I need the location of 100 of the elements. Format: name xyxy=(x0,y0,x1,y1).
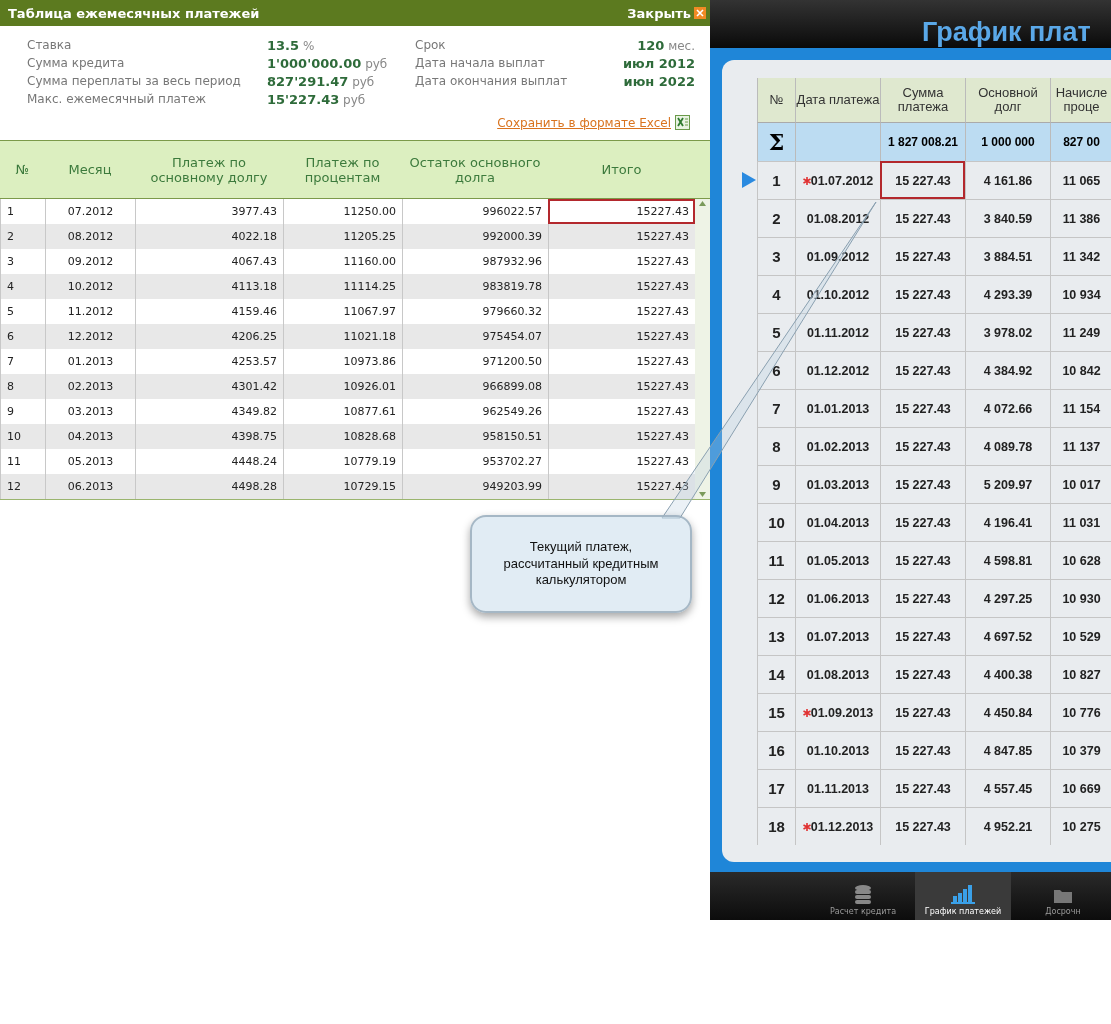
tab-bar-item[interactable]: Досрочн xyxy=(1015,872,1111,920)
amount-cell: 4 952.21 xyxy=(965,807,1050,845)
amount-cell: 10 628 xyxy=(1050,541,1111,579)
amount-cell: 4 384.92 xyxy=(965,351,1050,389)
amount-cell: 4 697.52 xyxy=(965,617,1050,655)
amount-cell: 10 776 xyxy=(1050,693,1111,731)
amount-cell: 11 342 xyxy=(1050,237,1111,275)
summary-value: 1'000'000.00 xyxy=(267,56,362,71)
table-cell: 2 xyxy=(0,224,45,249)
amount-cell: 4 072.66 xyxy=(965,389,1050,427)
amount-cell: 15 227.43 xyxy=(880,769,965,807)
table-cell: 04.2013 xyxy=(45,424,135,449)
amount-cell: 3 840.59 xyxy=(965,199,1050,237)
amount-cell: 4 847.85 xyxy=(965,731,1050,769)
table-cell: 15227.43 xyxy=(548,324,695,349)
table-cell: 12 xyxy=(0,474,45,499)
row-number: 17 xyxy=(768,780,785,797)
summary-label: Сумма кредита xyxy=(27,56,126,71)
table-cell: 4398.75 xyxy=(135,424,283,449)
bar-chart-icon xyxy=(951,884,975,904)
table-cell: 6 xyxy=(0,324,45,349)
date-text: 01.03.2013 xyxy=(806,477,870,492)
table-cell: 992000.39 xyxy=(402,224,548,249)
table-cell: 4498.28 xyxy=(135,474,283,499)
amount-cell: 4 089.78 xyxy=(965,427,1050,465)
row-number: 11 xyxy=(768,552,785,569)
row-number: 9 xyxy=(772,476,781,493)
table-cell: 10 xyxy=(0,424,45,449)
amount-cell: 3 978.02 xyxy=(965,313,1050,351)
amount-cell: 15 227.43 xyxy=(880,807,965,845)
summary-label: Дата окончания выплат xyxy=(415,74,569,89)
date-text: 01.05.2013 xyxy=(806,553,870,568)
amount-cell: 15 227.43 xyxy=(880,503,965,541)
summary-value: июн 2022 xyxy=(623,74,695,89)
summary-label: Сумма переплаты за весь период xyxy=(27,74,242,89)
table-cell: 4 xyxy=(0,274,45,299)
summary-label: Макс. ежемесячный платеж xyxy=(27,92,208,107)
table-cell: 06.2013 xyxy=(45,474,135,499)
close-icon xyxy=(694,7,706,19)
date-text: 01.11.2012 xyxy=(807,325,869,340)
amount-cell: 10 842 xyxy=(1050,351,1111,389)
date-text: 01.09.2012 xyxy=(806,249,870,264)
amount-cell: 10 529 xyxy=(1050,617,1111,655)
date-text: 01.01.2013 xyxy=(806,401,870,416)
column-header: Остаток основного долга xyxy=(402,141,548,199)
close-button[interactable]: Закрыть xyxy=(627,5,706,21)
table-cell: 11205.25 xyxy=(283,224,402,249)
database-icon xyxy=(854,884,872,904)
table-cell: 10729.15 xyxy=(283,474,402,499)
date-text: 01.08.2012 xyxy=(806,211,870,226)
row-number: 5 xyxy=(772,324,781,341)
amount-cell: 11 137 xyxy=(1050,427,1111,465)
amount-cell: 15 227.43 xyxy=(880,275,965,313)
summary-label: Ставка xyxy=(27,38,73,53)
date-text: 01.10.2012 xyxy=(806,287,870,302)
table-cell: 10.2012 xyxy=(45,274,135,299)
unit-label: руб xyxy=(343,93,366,107)
amount-cell: 11 154 xyxy=(1050,389,1111,427)
date-text: 01.12.2013 xyxy=(810,819,874,834)
date-text: 01.04.2013 xyxy=(806,515,870,530)
amount-cell: 10 930 xyxy=(1050,579,1111,617)
summary-value: 13.5 xyxy=(267,38,300,53)
table-cell: 10926.01 xyxy=(283,374,402,399)
table-cell: 15227.43 xyxy=(548,199,695,224)
date-text: 01.06.2013 xyxy=(806,591,870,606)
amount-cell: 15 227.43 xyxy=(880,731,965,769)
window-title: Таблица ежемесячных платежей xyxy=(8,5,260,21)
tab-bar-item[interactable]: График платежей xyxy=(915,872,1011,920)
row-number: 7 xyxy=(772,400,781,417)
spreadsheet-icon[interactable] xyxy=(675,115,690,130)
summary-label: Срок xyxy=(415,38,447,53)
row-number: 16 xyxy=(768,742,785,759)
column-header: № xyxy=(0,141,45,199)
table-cell: 15227.43 xyxy=(548,374,695,399)
amount-cell: 4 400.38 xyxy=(965,655,1050,693)
row-number: 3 xyxy=(772,248,781,265)
date-text: 01.08.2013 xyxy=(806,667,870,682)
summary-value: 15'227.43 xyxy=(267,92,340,107)
table-cell: 949203.99 xyxy=(402,474,548,499)
amount-cell: 4 293.39 xyxy=(965,275,1050,313)
amount-cell: 10 827 xyxy=(1050,655,1111,693)
summary-value: июл 2012 xyxy=(623,56,695,71)
row-number: 13 xyxy=(768,628,785,645)
amount-cell: 11 386 xyxy=(1050,199,1111,237)
date-text: 01.02.2013 xyxy=(806,439,870,454)
amount-cell: 4 196.41 xyxy=(965,503,1050,541)
date-text: 01.12.2012 xyxy=(806,363,870,378)
table-cell: 15227.43 xyxy=(548,224,695,249)
amount-cell: 4 161.86 xyxy=(965,161,1050,199)
tab-bar-item[interactable]: Расчет кредита xyxy=(815,872,911,920)
scroll-down-icon[interactable] xyxy=(698,490,707,499)
row-number: 10 xyxy=(768,514,785,531)
amount-cell: 10 379 xyxy=(1050,731,1111,769)
amount-cell: 4 598.81 xyxy=(965,541,1050,579)
screen-title: График плат xyxy=(922,17,1091,48)
column-header: Итого xyxy=(548,141,695,199)
table-cell: 15227.43 xyxy=(548,474,695,499)
amount-cell: 4 450.84 xyxy=(965,693,1050,731)
date-text: 01.07.2013 xyxy=(806,629,870,644)
table-cell: 10828.68 xyxy=(283,424,402,449)
